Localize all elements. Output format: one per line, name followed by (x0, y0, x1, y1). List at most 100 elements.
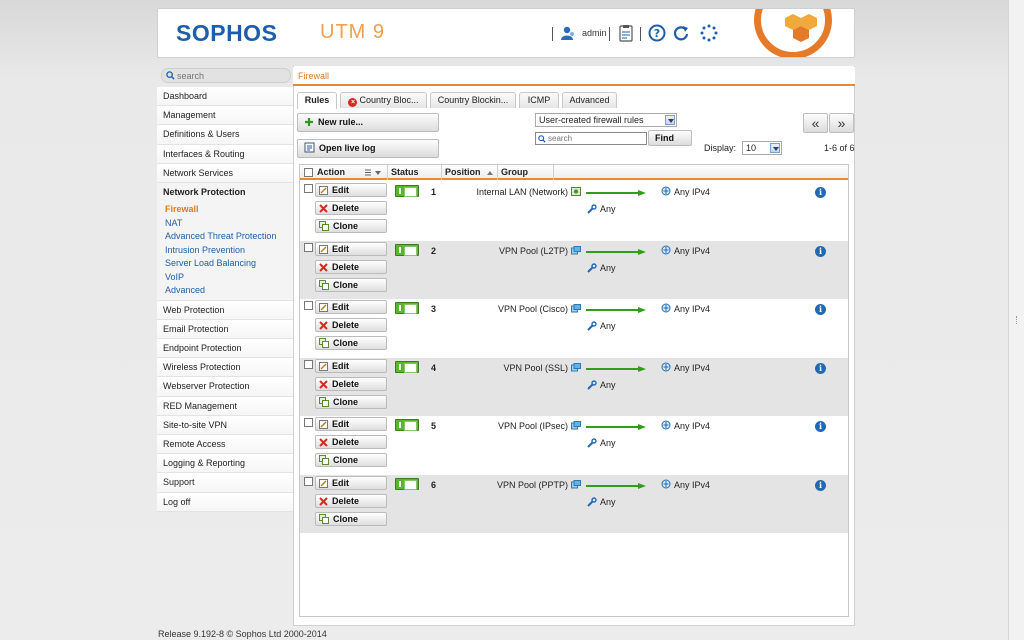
clipboard-icon[interactable] (617, 24, 635, 42)
rule-source[interactable]: VPN Pool (IPsec) (498, 421, 568, 431)
submenu-item-intrusion-prevention[interactable]: Intrusion Prevention (157, 244, 293, 258)
rules-table: Action Status Position Group Edit Delete… (299, 164, 849, 617)
info-icon[interactable]: i (815, 421, 826, 432)
admin-user-link[interactable]: admin (582, 28, 607, 38)
sidebar-item-management[interactable]: Management (157, 106, 293, 126)
sidebar-item-webserver-protection[interactable]: Webserver Protection (157, 377, 293, 397)
edit-rule-button[interactable]: Edit (315, 475, 387, 490)
clone-rule-button[interactable]: Clone (315, 219, 387, 233)
info-icon[interactable]: i (815, 479, 826, 491)
row-select-checkbox[interactable] (304, 476, 313, 486)
column-header-status[interactable]: Status (388, 165, 442, 180)
rule-source[interactable]: VPN Pool (SSL) (503, 363, 568, 373)
open-live-log-button[interactable]: Open live log (297, 139, 439, 158)
sidebar-item-support[interactable]: Support (157, 473, 293, 493)
column-menu-icon[interactable] (364, 168, 382, 177)
delete-rule-button[interactable]: Delete (315, 376, 387, 391)
sidebar-item-email-protection[interactable]: Email Protection (157, 319, 293, 339)
sidebar-item-dashboard[interactable]: Dashboard (157, 87, 293, 107)
edit-rule-button[interactable]: Edit (315, 183, 387, 197)
traffic-direction-arrow (586, 248, 646, 255)
submenu-item-voip[interactable]: VoIP (157, 271, 293, 285)
sidebar-item-logging-reporting[interactable]: Logging & Reporting (157, 454, 293, 474)
new-rule-button[interactable]: New rule... (297, 113, 439, 132)
row-select-checkbox[interactable] (304, 184, 313, 193)
status-toggle[interactable] (395, 477, 419, 490)
info-icon[interactable]: i (815, 187, 826, 198)
sidebar-item-network-services[interactable]: Network Services (157, 163, 293, 183)
row-select-checkbox[interactable] (304, 418, 313, 427)
sidebar-item-remote-access[interactable]: Remote Access (157, 434, 293, 455)
submenu-item-firewall[interactable]: Firewall (157, 203, 293, 217)
previous-page-button[interactable]: « (803, 113, 828, 133)
tab-country-blocking-exceptions[interactable]: Country Blockin... (430, 92, 516, 108)
submenu-item-nat[interactable]: NAT (157, 217, 293, 231)
column-header-label: Action (317, 167, 345, 177)
sidebar-item-web-protection[interactable]: Web Protection (157, 300, 293, 320)
status-toggle[interactable] (395, 302, 419, 314)
row-select-checkbox[interactable] (304, 242, 313, 252)
rule-source[interactable]: Internal LAN (Network) (476, 187, 568, 197)
edit-icon (319, 478, 328, 488)
help-icon[interactable]: ? (648, 24, 666, 42)
submenu-item-server-load-balancing[interactable]: Server Load Balancing (157, 257, 293, 271)
rule-search[interactable] (535, 132, 647, 145)
next-page-button[interactable]: » (829, 113, 854, 133)
rule-filter-select[interactable]: User-created firewall rules (535, 113, 677, 127)
tab-icmp[interactable]: ICMP (519, 92, 559, 108)
sidebar-item-definitions-users[interactable]: Definitions & Users (157, 125, 293, 145)
traffic-direction-arrow (586, 482, 646, 489)
sidebar-item-wireless-protection[interactable]: Wireless Protection (157, 358, 293, 378)
status-toggle[interactable] (395, 419, 419, 431)
edit-rule-button[interactable]: Edit (315, 417, 387, 431)
column-header-action[interactable]: Action (314, 165, 388, 180)
clone-rule-button[interactable]: Clone (315, 277, 387, 292)
status-toggle[interactable] (395, 243, 419, 256)
column-header-position[interactable]: Position (442, 165, 498, 180)
edit-rule-button[interactable]: Edit (315, 300, 387, 314)
sidebar-item-interfaces-routing[interactable]: Interfaces & Routing (157, 144, 293, 164)
tab-country-blocking[interactable]: × Country Bloc... (340, 92, 427, 108)
delete-rule-button[interactable]: Delete (315, 318, 387, 332)
user-icon[interactable] (560, 25, 576, 41)
sidebar-item-site-to-site-vpn[interactable]: Site-to-site VPN (157, 415, 293, 435)
rule-source[interactable]: VPN Pool (Cisco) (498, 304, 568, 314)
edit-rule-button[interactable]: Edit (315, 241, 387, 256)
edit-rule-button[interactable]: Edit (315, 358, 387, 373)
clone-rule-button[interactable]: Clone (315, 453, 387, 467)
tab-advanced[interactable]: Advanced (562, 92, 617, 108)
delete-rule-button[interactable]: Delete (315, 201, 387, 215)
info-icon[interactable]: i (815, 362, 826, 374)
clone-rule-button[interactable]: Clone (315, 511, 387, 526)
status-toggle[interactable] (395, 185, 419, 197)
sidebar-item-network-protection[interactable]: Network Protection (157, 182, 293, 203)
sidebar-item-red-management[interactable]: RED Management (157, 396, 293, 416)
info-icon[interactable]: i (815, 245, 826, 257)
display-count-select[interactable]: 10 (742, 141, 782, 155)
submenu-item-advanced-threat-protection[interactable]: Advanced Threat Protection (157, 230, 293, 244)
delete-rule-button[interactable]: Delete (315, 493, 387, 508)
clone-rule-button[interactable]: Clone (315, 336, 387, 350)
column-header-group[interactable]: Group (498, 165, 554, 180)
sidebar-item-log-off[interactable]: Log off (157, 492, 293, 512)
clone-rule-button[interactable]: Clone (315, 394, 387, 409)
rule-source[interactable]: VPN Pool (L2TP) (499, 246, 568, 256)
tab-rules[interactable]: Rules (297, 92, 337, 109)
refresh-icon[interactable] (672, 24, 690, 42)
find-button[interactable]: Find (648, 130, 692, 146)
rule-source[interactable]: VPN Pool (PPTP) (497, 480, 568, 490)
menu-search-input[interactable] (177, 70, 287, 81)
info-icon[interactable]: i (815, 304, 826, 315)
submenu-item-advanced[interactable]: Advanced (157, 284, 293, 298)
delete-rule-button[interactable]: Delete (315, 435, 387, 449)
sidebar-item-endpoint-protection[interactable]: Endpoint Protection (157, 339, 293, 359)
menu-search[interactable] (161, 68, 291, 83)
status-toggle[interactable] (395, 360, 419, 373)
rule-search-input[interactable] (548, 133, 644, 144)
row-select-checkbox[interactable] (304, 359, 313, 369)
display-count-value: 10 (746, 143, 757, 153)
scrollbar-grip[interactable] (1016, 316, 1019, 324)
select-all-checkbox[interactable] (304, 168, 313, 177)
row-select-checkbox[interactable] (304, 301, 313, 310)
delete-rule-button[interactable]: Delete (315, 259, 387, 274)
